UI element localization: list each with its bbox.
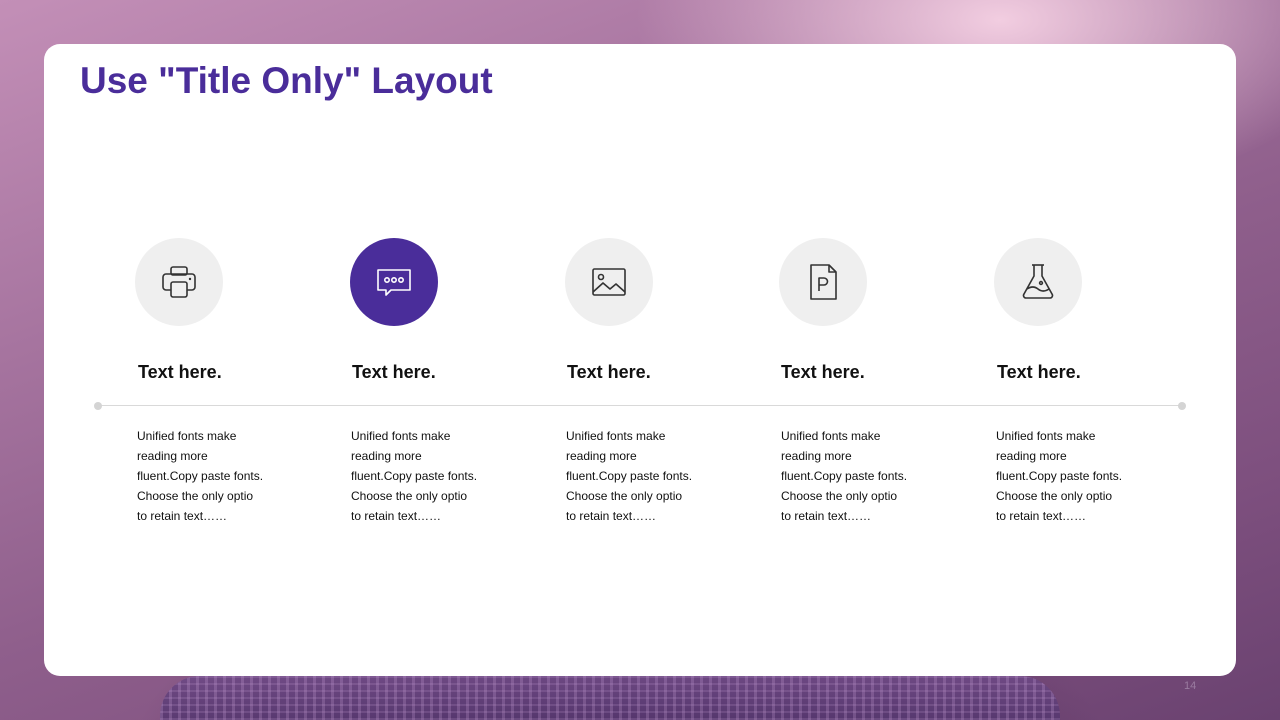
item-body-line: Unified fonts make xyxy=(351,429,451,443)
item-body[interactable]: Unified fonts make reading more fluent.C… xyxy=(781,426,941,526)
item-body-line: reading more xyxy=(351,449,422,463)
content-card xyxy=(44,44,1236,676)
flask-icon xyxy=(1022,264,1054,299)
timeline-line xyxy=(98,405,1182,406)
item-icon-circle-active[interactable] xyxy=(350,238,438,326)
item-body-line: Unified fonts make xyxy=(566,429,666,443)
item-body-line: Choose the only optio xyxy=(996,489,1113,503)
item-heading[interactable]: Text here. xyxy=(352,362,436,383)
item-heading[interactable]: Text here. xyxy=(997,362,1081,383)
item-body-line: fluent.Copy paste fonts. xyxy=(566,469,693,483)
item-body-line: fluent.Copy paste fonts. xyxy=(996,469,1123,483)
item-icon-circle[interactable] xyxy=(994,238,1082,326)
item-icon-circle[interactable] xyxy=(135,238,223,326)
slide-title[interactable]: Use "Title Only" Layout xyxy=(80,60,493,102)
item-icon-circle[interactable] xyxy=(779,238,867,326)
background-photo-texture xyxy=(160,676,1060,720)
item-body-line: to retain text…… xyxy=(351,509,442,523)
item-body-line: Unified fonts make xyxy=(781,429,881,443)
printer-icon xyxy=(162,266,196,298)
item-body-line: to retain text…… xyxy=(137,509,228,523)
slide: Use "Title Only" Layout Text here. Unifi… xyxy=(0,0,1280,720)
item-body-line: Choose the only optio xyxy=(351,489,468,503)
timeline-end-dot xyxy=(1178,402,1186,410)
timeline-start-dot xyxy=(94,402,102,410)
chat-bubble-icon xyxy=(377,269,411,296)
item-body-line: reading more xyxy=(781,449,852,463)
item-body-line: Unified fonts make xyxy=(137,429,237,443)
item-body[interactable]: Unified fonts make reading more fluent.C… xyxy=(996,426,1156,526)
item-body-line: Choose the only optio xyxy=(137,489,254,503)
item-body-line: Unified fonts make xyxy=(996,429,1096,443)
item-heading[interactable]: Text here. xyxy=(138,362,222,383)
item-body-line: reading more xyxy=(137,449,208,463)
item-body-line: fluent.Copy paste fonts. xyxy=(351,469,478,483)
item-body-line: Choose the only optio xyxy=(566,489,683,503)
image-icon xyxy=(592,268,626,296)
item-body[interactable]: Unified fonts make reading more fluent.C… xyxy=(137,426,297,526)
item-body-line: Choose the only optio xyxy=(781,489,898,503)
item-body-line: fluent.Copy paste fonts. xyxy=(781,469,908,483)
item-heading[interactable]: Text here. xyxy=(567,362,651,383)
item-heading[interactable]: Text here. xyxy=(781,362,865,383)
item-body-line: to retain text…… xyxy=(566,509,657,523)
page-number: 14 xyxy=(1184,680,1197,692)
item-icon-circle[interactable] xyxy=(565,238,653,326)
item-body-line: reading more xyxy=(566,449,637,463)
item-body-line: to retain text…… xyxy=(781,509,872,523)
item-body-line: to retain text…… xyxy=(996,509,1087,523)
item-body[interactable]: Unified fonts make reading more fluent.C… xyxy=(351,426,511,526)
item-body[interactable]: Unified fonts make reading more fluent.C… xyxy=(566,426,726,526)
item-body-line: reading more xyxy=(996,449,1067,463)
document-p-icon xyxy=(810,264,837,300)
item-body-line: fluent.Copy paste fonts. xyxy=(137,469,264,483)
